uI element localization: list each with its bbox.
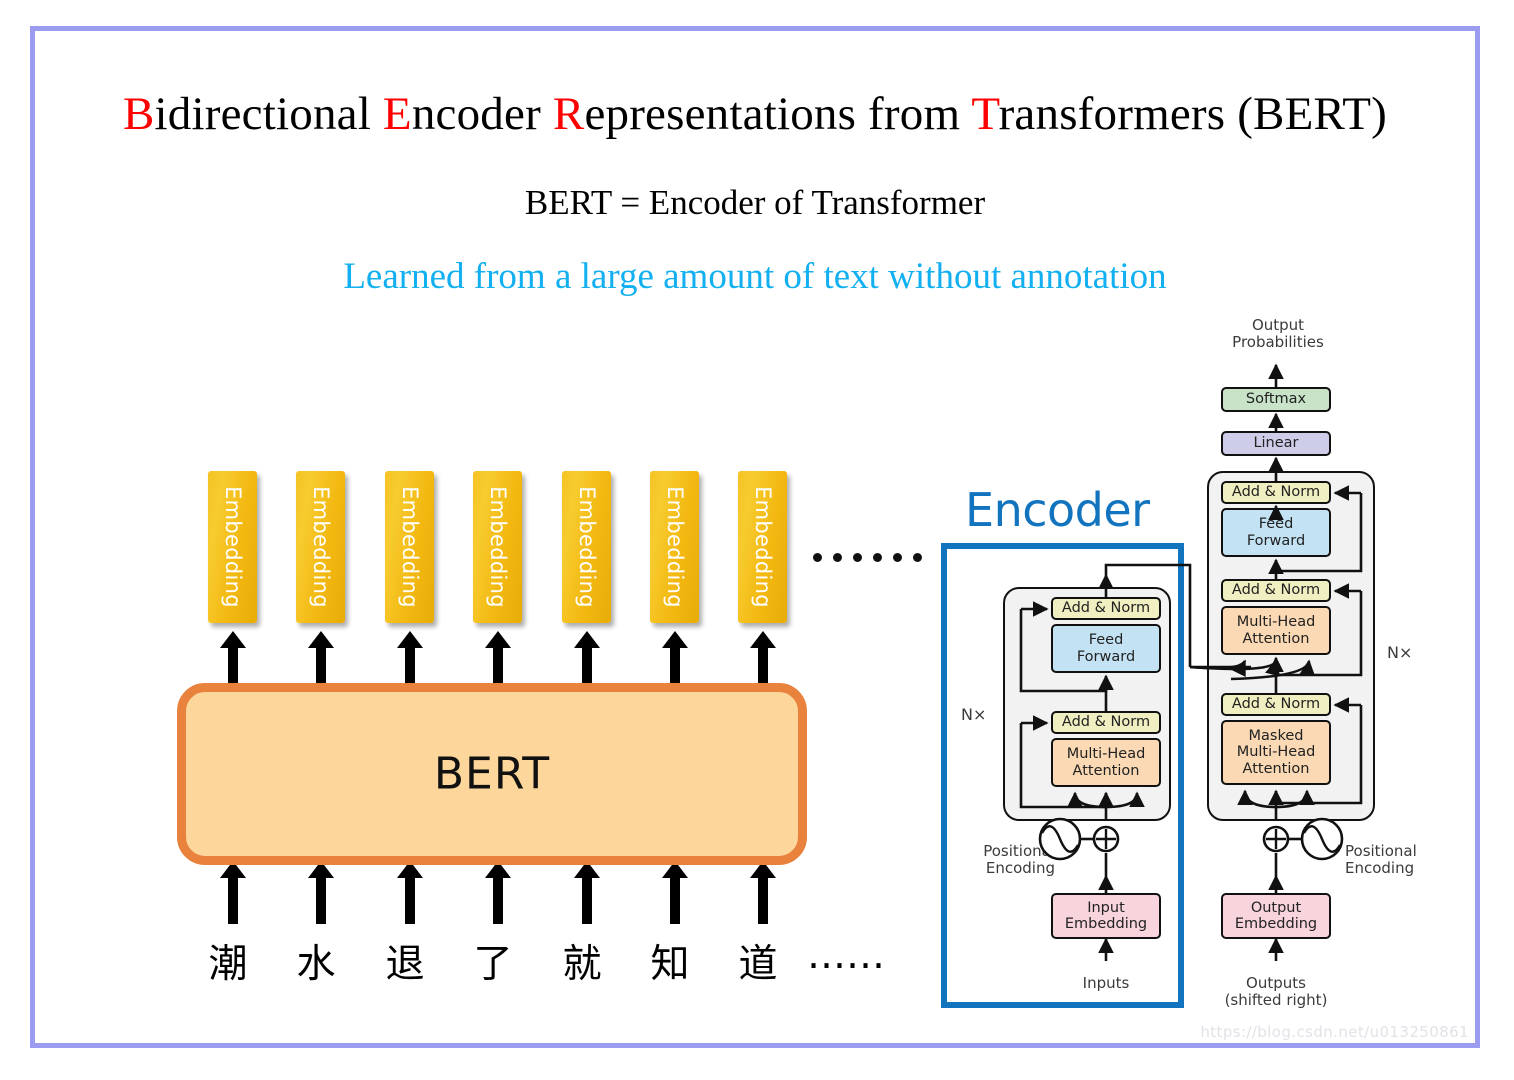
decoder-add-norm-bottom: Add & Norm xyxy=(1221,693,1331,716)
transformer-figure: Encoder Output Probabilities Softmax Lin… xyxy=(35,31,1485,1053)
outputs-label: Outputs (shifted right) xyxy=(1224,974,1328,1010)
encoder-add-norm-bottom: Add & Norm xyxy=(1051,711,1161,734)
decoder-cross-attention: Multi-Head Attention xyxy=(1221,606,1331,655)
slide-frame: Bidirectional Encoder Representations fr… xyxy=(30,26,1480,1048)
sine-circle-right xyxy=(1300,817,1344,861)
decoder-add-norm-mid: Add & Norm xyxy=(1221,579,1331,602)
decoder-masked-attention: Masked Multi-Head Attention xyxy=(1221,720,1331,785)
softmax-block: Softmax xyxy=(1221,387,1331,412)
inputs-label: Inputs xyxy=(1082,974,1130,992)
decoder-nx-label: N× xyxy=(1387,643,1413,662)
decoder-add-norm-top: Add & Norm xyxy=(1221,481,1331,504)
input-embedding-block: Input Embedding xyxy=(1051,893,1161,939)
encoder-add-norm-top: Add & Norm xyxy=(1051,597,1161,620)
output-embedding-block: Output Embedding xyxy=(1221,893,1331,939)
encoder-callout-label: Encoder xyxy=(965,483,1150,537)
encoder-nx-label: N× xyxy=(961,705,987,724)
positional-encoding-right-label: Positional Encoding xyxy=(1345,842,1417,878)
decoder-feed-forward: Feed Forward xyxy=(1221,508,1331,557)
encoder-self-attention: Multi-Head Attention xyxy=(1051,738,1161,787)
linear-block: Linear xyxy=(1221,431,1331,456)
encoder-feed-forward: Feed Forward xyxy=(1051,624,1161,673)
output-probabilities-label: Output Probabilities xyxy=(1232,316,1324,352)
plus-circle-right xyxy=(1262,825,1290,853)
watermark: https://blog.csdn.net/u013250861 xyxy=(1200,1023,1469,1041)
positional-encoding-left-label: Positional Encoding xyxy=(983,842,1055,878)
